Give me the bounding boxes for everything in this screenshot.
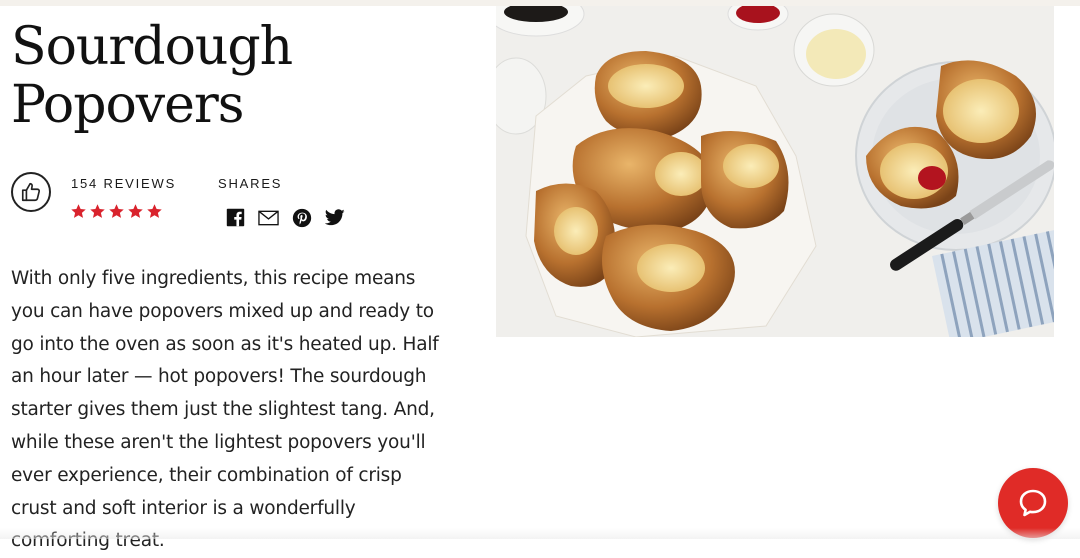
like-button[interactable] — [11, 172, 51, 212]
thumbs-up-icon — [21, 182, 41, 202]
recipe-photo — [496, 6, 1054, 337]
title-line-2: Popovers — [11, 75, 244, 135]
email-icon[interactable] — [258, 207, 279, 228]
star-icon — [147, 204, 162, 218]
title-line-1: Sourdough — [11, 17, 293, 77]
shares-label: SHARES — [218, 176, 283, 191]
rating-stars — [70, 203, 163, 220]
twitter-icon[interactable] — [324, 207, 345, 228]
star-icon — [90, 204, 105, 218]
page-title: Sourdough Popovers — [11, 17, 293, 135]
star-icon — [109, 204, 124, 218]
facebook-icon[interactable] — [225, 207, 246, 228]
star-icon — [71, 204, 86, 218]
pinterest-icon[interactable] — [291, 207, 312, 228]
recipe-description: With only five ingredients, this recipe … — [11, 268, 439, 552]
star-icon — [128, 204, 143, 218]
bottom-fade — [0, 528, 1080, 539]
share-icons — [225, 207, 345, 228]
reviews-count-link[interactable]: 154 REVIEWS — [71, 176, 176, 191]
chat-bubble-icon — [1019, 489, 1047, 517]
